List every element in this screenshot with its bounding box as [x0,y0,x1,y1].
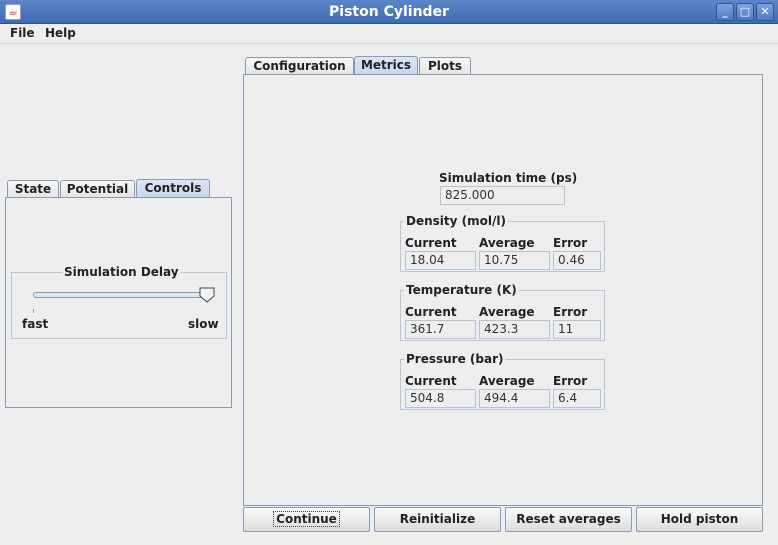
menu-file[interactable]: File [10,26,35,40]
temperature-average-label: Average [479,305,535,319]
simulation-time-field: 825.000 [440,186,565,205]
controls-panel: Simulation Delay fast slow [5,197,232,408]
slider-tick [33,309,34,313]
temperature-current-label: Current [405,305,457,319]
simulation-delay-title: Simulation Delay [62,265,181,279]
density-error-field: 0.46 [553,251,601,270]
pressure-average-label: Average [479,374,535,388]
density-title: Density (mol/l) [404,214,508,228]
temperature-average-field: 423.3 [479,320,550,339]
menu-bar: File Help [0,24,778,44]
tab-configuration[interactable]: Configuration [245,57,354,75]
density-current-field: 18.04 [405,251,476,270]
pressure-group: Pressure (bar) Current Average Error 504… [400,352,605,410]
delay-slider-track[interactable] [33,292,209,298]
reset-averages-button[interactable]: Reset averages [505,507,632,532]
maximize-icon[interactable]: □ [736,3,754,21]
tab-controls[interactable]: Controls [136,179,210,198]
temperature-title: Temperature (K) [404,283,519,297]
simulation-time-label: Simulation time (ps) [439,171,578,185]
simulation-delay-group: Simulation Delay fast slow [11,265,227,339]
menu-help[interactable]: Help [45,26,76,40]
temperature-group: Temperature (K) Current Average Error 36… [400,283,605,341]
hold-piston-button[interactable]: Hold piston [636,507,763,532]
temperature-error-label: Error [553,305,588,319]
title-bar: ☕ Piston Cylinder _ □ ✕ [0,0,778,24]
density-current-label: Current [405,236,457,250]
metrics-panel: Simulation time (ps) 825.000 Density (mo… [243,74,763,506]
temperature-current-field: 361.7 [405,320,476,339]
tab-potential[interactable]: Potential [60,180,135,198]
tab-plots[interactable]: Plots [419,57,471,75]
continue-button-label: Continue [273,511,340,527]
continue-button[interactable]: Continue [243,507,370,532]
fast-label: fast [22,317,49,331]
delay-slider-thumb[interactable] [199,287,215,303]
pressure-current-label: Current [405,374,457,388]
tab-state[interactable]: State [7,180,59,198]
tab-metrics[interactable]: Metrics [354,56,418,75]
slow-label: slow [188,317,219,331]
density-error-label: Error [553,236,588,250]
pressure-error-field: 6.4 [553,389,601,408]
minimize-icon[interactable]: _ [716,3,734,21]
pressure-title: Pressure (bar) [404,352,506,366]
pressure-error-label: Error [553,374,588,388]
density-average-field: 10.75 [479,251,550,270]
window-title: Piston Cylinder [329,4,449,20]
temperature-error-field: 11 [553,320,601,339]
close-icon[interactable]: ✕ [756,3,774,21]
reinitialize-button[interactable]: Reinitialize [374,507,501,532]
pressure-average-field: 494.4 [479,389,550,408]
density-average-label: Average [479,236,535,250]
density-group: Density (mol/l) Current Average Error 18… [400,214,605,272]
pressure-current-field: 504.8 [405,389,476,408]
